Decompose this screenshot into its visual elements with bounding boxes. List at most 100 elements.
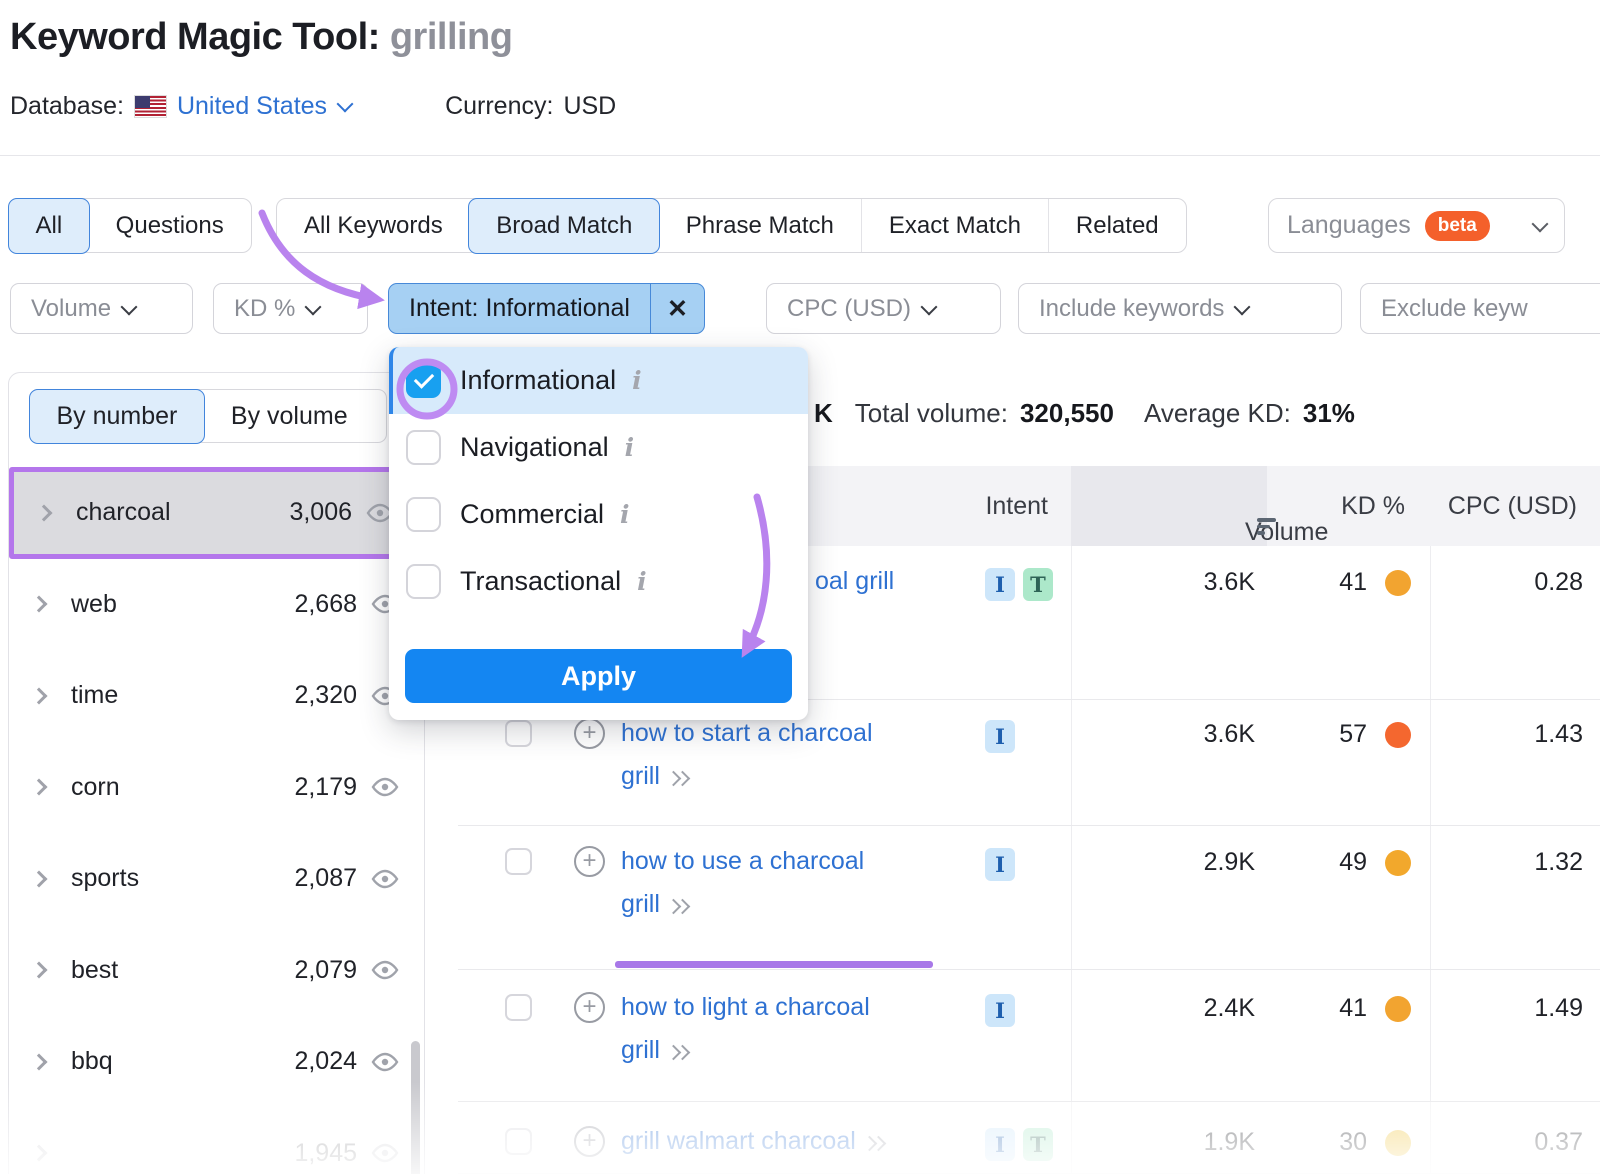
eye-icon[interactable] — [370, 1052, 400, 1072]
keyword-group-row[interactable]: 1,945 — [9, 1108, 424, 1174]
info-icon[interactable]: i — [620, 500, 630, 529]
unchecked-checkbox[interactable] — [406, 564, 441, 599]
info-icon[interactable]: i — [632, 366, 642, 395]
chevron-right-icon[interactable] — [31, 870, 48, 887]
row-checkbox[interactable] — [505, 994, 532, 1021]
keyword-group-row[interactable]: time2,320 — [9, 650, 424, 742]
kd-filter-button[interactable]: KD % — [213, 283, 368, 334]
chevron-right-icon[interactable] — [31, 779, 48, 796]
tab-broad-match[interactable]: Broad Match — [468, 198, 660, 254]
filters-row: Volume KD % Intent: Informational ✕ CPC … — [0, 283, 1600, 334]
sidebar-scrollbar[interactable] — [411, 1041, 420, 1174]
group-keyword: charcoal — [76, 498, 171, 527]
intent-option-navigational[interactable]: Navigational i — [389, 414, 808, 481]
exclude-keywords-filter-button[interactable]: Exclude keyw — [1360, 283, 1600, 334]
keyword-link[interactable]: grill walmart charcoal — [621, 1120, 886, 1163]
cpc-filter-button[interactable]: CPC (USD) — [766, 283, 1001, 334]
languages-label: Languages — [1287, 211, 1411, 240]
chevron-right-icon[interactable] — [31, 962, 48, 979]
column-header-cpc[interactable]: CPC (USD) — [1448, 492, 1577, 521]
eye-toggle[interactable] — [370, 777, 400, 797]
intent-badges: I — [985, 848, 1015, 881]
intent-filter-chip[interactable]: Intent: Informational ✕ — [388, 283, 705, 334]
tab-by-number[interactable]: By number — [29, 389, 206, 444]
intent-option-informational[interactable]: Informationali — [389, 347, 808, 414]
tab-all-keywords[interactable]: All Keywords — [277, 199, 470, 252]
chevron-right-icon — [871, 1136, 887, 1152]
tab-phrase-match[interactable]: Phrase Match — [659, 199, 861, 252]
cpc-value: 1.32 — [1534, 848, 1583, 877]
unchecked-checkbox[interactable] — [406, 430, 441, 465]
eye-toggle[interactable] — [370, 1143, 400, 1163]
intent-option-commercial[interactable]: Commerciali — [389, 481, 808, 548]
group-count: 2,668 — [294, 590, 357, 619]
database-selector[interactable]: United States — [177, 92, 351, 121]
column-divider — [1071, 1102, 1072, 1173]
add-to-list-icon[interactable] — [574, 1126, 605, 1157]
row-checkbox[interactable] — [505, 1128, 532, 1155]
open-keyword-icon[interactable] — [670, 883, 688, 926]
kd-difficulty-dot — [1385, 1130, 1411, 1156]
kd-value: 30 — [1339, 1128, 1367, 1157]
apply-button[interactable]: Apply — [405, 649, 792, 703]
column-divider — [1071, 826, 1072, 969]
eye-icon[interactable] — [370, 1143, 400, 1163]
intent-option-transactional[interactable]: Transactional i — [389, 548, 808, 615]
unchecked-checkbox[interactable] — [406, 497, 441, 532]
info-icon[interactable]: i — [637, 567, 647, 596]
info-icon[interactable]: i — [625, 433, 635, 462]
volume-value: 2.4K — [1204, 994, 1255, 1023]
intent-option-label: Transactional — [460, 566, 621, 597]
volume-filter-button[interactable]: Volume — [10, 283, 193, 334]
intent-badge-t: T — [1023, 1128, 1053, 1161]
keyword-group-row[interactable]: sports2,087 — [9, 833, 424, 925]
tab-by-volume[interactable]: By volume — [204, 390, 386, 442]
add-to-list-icon[interactable] — [574, 992, 605, 1023]
eye-icon[interactable] — [370, 777, 400, 797]
table-row[interactable]: how to light a charcoal grillI2.4K411.49 — [458, 970, 1600, 1102]
chevron-right-icon[interactable] — [36, 504, 53, 521]
eye-toggle[interactable] — [370, 960, 400, 980]
open-keyword-icon[interactable] — [866, 1120, 884, 1163]
chevron-right-icon[interactable] — [31, 1145, 48, 1162]
keyword-group-row[interactable]: charcoal3,006 — [9, 467, 424, 559]
keyword-group-row[interactable]: corn2,179 — [9, 742, 424, 834]
remove-intent-filter-button[interactable]: ✕ — [650, 284, 704, 333]
open-keyword-icon[interactable] — [670, 755, 688, 798]
add-to-list-icon[interactable] — [574, 718, 605, 749]
keyword-link[interactable]: how to use a charcoal grill — [621, 840, 886, 926]
keyword-group-row[interactable]: best2,079 — [9, 925, 424, 1017]
table-row[interactable]: grill walmart charcoalIT1.9K300.37 — [458, 1102, 1600, 1174]
cpc-value: 0.28 — [1534, 568, 1583, 597]
chevron-right-icon[interactable] — [31, 687, 48, 704]
eye-toggle[interactable] — [370, 869, 400, 889]
tab-exact-match[interactable]: Exact Match — [861, 199, 1048, 252]
eye-icon[interactable] — [370, 869, 400, 889]
include-keywords-filter-button[interactable]: Include keywords — [1018, 283, 1342, 334]
intent-option-label: Navigational — [460, 432, 609, 463]
eye-icon[interactable] — [370, 960, 400, 980]
beta-badge: beta — [1425, 211, 1490, 241]
keyword-group-row[interactable]: bbq2,024 — [9, 1016, 424, 1108]
keyword-groups-panel: By number By volume charcoal3,006web2,66… — [8, 372, 425, 1174]
table-row[interactable]: how to use a charcoal grillI2.9K491.32 — [458, 826, 1600, 970]
checked-checkbox[interactable] — [406, 363, 441, 398]
tab-related[interactable]: Related — [1048, 199, 1186, 252]
keyword-link[interactable]: how to light a charcoal grill — [621, 986, 886, 1072]
languages-dropdown[interactable]: Languages beta — [1268, 198, 1565, 253]
column-header-kd[interactable]: KD % — [1341, 492, 1405, 521]
row-checkbox[interactable] — [505, 720, 532, 747]
column-header-intent[interactable]: Intent — [985, 492, 1048, 521]
keyword-link[interactable]: how to start a charcoal grill — [621, 712, 886, 798]
row-checkbox[interactable] — [505, 848, 532, 875]
tab-questions[interactable]: Questions — [89, 199, 251, 252]
add-to-list-icon[interactable] — [574, 846, 605, 877]
chevron-right-icon[interactable] — [31, 596, 48, 613]
tab-all[interactable]: All — [8, 198, 91, 254]
keyword-group-row[interactable]: web2,668 — [9, 559, 424, 651]
chevron-right-icon[interactable] — [31, 1053, 48, 1070]
purple-underline-annotation — [615, 961, 933, 968]
open-keyword-icon[interactable] — [670, 1029, 688, 1072]
match-tabs-group: All KeywordsBroad MatchPhrase MatchExact… — [276, 198, 1187, 253]
eye-toggle[interactable] — [370, 1052, 400, 1072]
